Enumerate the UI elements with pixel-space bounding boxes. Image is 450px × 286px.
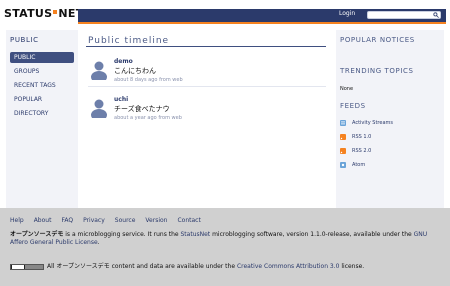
footer-link-about[interactable]: About [34, 217, 52, 224]
sidebar-item-recent-tags[interactable]: RECENT TAGS [10, 80, 74, 91]
search-input[interactable] [367, 11, 441, 19]
license-text-2: license. [339, 263, 365, 270]
notice-author-link[interactable]: uchi [114, 96, 128, 103]
activity-streams-icon [340, 120, 346, 126]
sidebar-nav: PUBLIC GROUPS RECENT TAGS POPULAR DIRECT… [10, 52, 74, 122]
notice-item: demo こんにちわん about 8 days ago from web [88, 58, 326, 88]
sidebar-item-public[interactable]: PUBLIC [10, 52, 74, 63]
rss-icon [340, 148, 346, 154]
feed-label[interactable]: Atom [352, 162, 365, 168]
avatar-icon[interactable] [88, 58, 110, 80]
page-title: Public timeline [88, 36, 170, 46]
notice-timestamp-link[interactable]: about a year ago [114, 115, 157, 121]
trending-topics-title: TRENDING TOPICS [340, 67, 414, 75]
sidebar-item-groups[interactable]: GROUPS [10, 66, 74, 77]
statusnet-link[interactable]: StatusNet [181, 231, 211, 238]
feed-label[interactable]: RSS 1.0 [352, 134, 371, 140]
feed-rss-1[interactable]: RSS 1.0 [340, 133, 371, 141]
title-divider [86, 46, 326, 47]
feeds-title: FEEDS [340, 102, 366, 110]
notice-item: uchi チーズ食べたナウ about a year ago from web [88, 96, 318, 126]
sidebar-title: PUBLIC [10, 36, 39, 44]
logo-dot [53, 10, 58, 14]
footer-links: Help About FAQ Privacy Source Version Co… [10, 217, 211, 224]
rss-icon [340, 134, 346, 140]
avatar-icon[interactable] [88, 96, 110, 118]
feed-rss-2[interactable]: RSS 2.0 [340, 147, 371, 155]
license-text-1: All オープンソースデモ content and data are avail… [47, 263, 237, 270]
sidebar-item-popular[interactable]: POPULAR [10, 94, 74, 105]
search-icon[interactable] [433, 12, 439, 18]
cc-license-link[interactable]: Creative Commons Attribution 3.0 [237, 263, 340, 270]
creative-commons-badge-icon[interactable] [10, 263, 44, 270]
footer-link-privacy[interactable]: Privacy [83, 217, 105, 224]
notice-divider [88, 86, 326, 87]
notice-text: こんにちわん [114, 67, 156, 75]
feed-activity-streams[interactable]: Activity Streams [340, 119, 393, 127]
logo-text-left: STATUS [4, 6, 53, 20]
feed-label[interactable]: RSS 2.0 [352, 148, 371, 154]
notice-source: from web [159, 77, 183, 83]
top-nav-accent-line [78, 22, 446, 24]
about-text-3: . [97, 239, 100, 246]
sidebar-item-directory[interactable]: DIRECTORY [10, 108, 74, 119]
footer-link-source[interactable]: Source [115, 217, 136, 224]
atom-icon [340, 162, 346, 168]
site-name: オープンソースデモ [10, 231, 64, 238]
site-logo[interactable]: STATUS NET [4, 6, 84, 20]
footer-link-faq[interactable]: FAQ [61, 217, 73, 224]
feed-atom[interactable]: Atom [340, 161, 365, 169]
notice-meta: about 8 days ago from web [114, 77, 183, 83]
footer-about-text: オープンソースデモ is a microblogging service. It… [10, 231, 440, 247]
popular-notices-title: POPULAR NOTICES [340, 36, 415, 44]
notice-meta: about a year ago from web [114, 115, 182, 121]
about-text-1: is a microblogging service. It runs the [63, 231, 181, 238]
notice-author-link[interactable]: demo [114, 58, 133, 65]
footer-link-contact[interactable]: Contact [177, 217, 200, 224]
trending-none-text: None [340, 86, 354, 92]
feed-label[interactable]: Activity Streams [352, 120, 393, 126]
notice-source: from web [158, 115, 182, 121]
notice-timestamp-link[interactable]: about 8 days ago [114, 77, 157, 83]
footer-link-version[interactable]: Version [145, 217, 167, 224]
notice-text: チーズ食べたナウ [114, 105, 170, 113]
about-text-2: microblogging software, version 1.1.0-re… [210, 231, 414, 238]
login-link[interactable]: Login [339, 10, 355, 17]
footer-license-text: All オープンソースデモ content and data are avail… [10, 261, 440, 270]
footer-link-help[interactable]: Help [10, 217, 24, 224]
